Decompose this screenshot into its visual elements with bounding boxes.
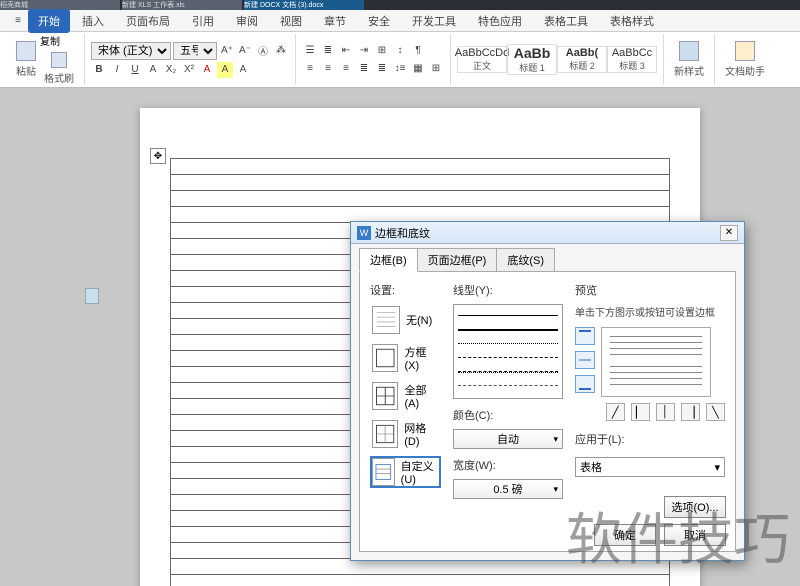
dialog-tabs: 边框(B) 页面边框(P) 底纹(S) [351, 244, 744, 272]
format-painter-button[interactable]: 格式刷 [40, 50, 78, 87]
setting-grid[interactable]: 网格(D) [370, 418, 441, 450]
border-vmid-btn[interactable]: │ [656, 403, 675, 421]
borders-icon[interactable]: ⊞ [428, 61, 444, 77]
indent-icon[interactable]: ⇥ [356, 43, 372, 59]
align-right-icon[interactable]: ≡ [338, 61, 354, 77]
ribbon-ref[interactable]: 引用 [182, 9, 224, 33]
highlight-icon[interactable]: A [217, 62, 233, 78]
bold-icon[interactable]: B [91, 62, 107, 78]
sort-icon[interactable]: ↕ [392, 43, 408, 59]
border-diag2-btn[interactable]: ╲ [706, 403, 725, 421]
app-icon: W [357, 226, 371, 240]
ribbon-tabs: ≡ 开始 插入 页面布局 引用 审阅 视图 章节 安全 开发工具 特色应用 表格… [0, 10, 800, 32]
dialog-titlebar[interactable]: W 边框和底纹 ✕ [351, 222, 744, 244]
justify-icon[interactable]: ≣ [356, 61, 372, 77]
ribbon-layout[interactable]: 页面布局 [116, 9, 180, 33]
outdent-icon[interactable]: ⇤ [338, 43, 354, 59]
sup-icon[interactable]: X² [181, 62, 197, 78]
border-diag1-btn[interactable]: ╱ [606, 403, 625, 421]
border-hmid-btn[interactable] [575, 351, 595, 369]
tab-icon[interactable]: ⊞ [374, 43, 390, 59]
marks-icon[interactable]: ¶ [410, 43, 426, 59]
ribbon-security[interactable]: 安全 [358, 9, 400, 33]
inc-font-icon[interactable]: A⁺ [219, 43, 235, 59]
strike-icon[interactable]: A [145, 62, 161, 78]
style-h1[interactable]: AaBb标题 1 [507, 44, 557, 75]
tab-shading[interactable]: 底纹(S) [496, 248, 555, 272]
line-style-label: 线型(Y): [453, 282, 563, 298]
bullets-icon[interactable]: ☰ [302, 43, 318, 59]
tab-borders[interactable]: 边框(B) [359, 248, 418, 272]
tab-page-border[interactable]: 页面边框(P) [417, 248, 498, 272]
menu-icon[interactable]: ≡ [10, 13, 26, 29]
style-h2[interactable]: AaBb(标题 2 [557, 46, 607, 73]
dialog-title: 边框和底纹 [375, 225, 430, 241]
apply-label: 应用于(L): [575, 431, 725, 447]
ok-button[interactable]: 确定 [594, 524, 656, 546]
table-move-handle[interactable]: ✥ [150, 148, 166, 164]
ribbon-start[interactable]: 开始 [28, 9, 70, 33]
border-top-btn[interactable] [575, 327, 595, 345]
line-space-icon[interactable]: ↕≡ [392, 61, 408, 77]
paste-button[interactable]: 粘贴 [12, 39, 40, 80]
char-border-icon[interactable]: A [235, 62, 251, 78]
styles-gallery: AaBbCcDd正文 AaBb标题 1 AaBb(标题 2 AaBbCc标题 3 [451, 34, 664, 85]
italic-icon[interactable]: I [109, 62, 125, 78]
align-center-icon[interactable]: ≡ [320, 61, 336, 77]
ribbon-review[interactable]: 审阅 [226, 9, 268, 33]
color-combo[interactable]: 自动 [453, 429, 563, 449]
close-icon[interactable]: ✕ [720, 225, 738, 241]
sub-icon[interactable]: X₂ [163, 62, 179, 78]
paste-icon [16, 41, 36, 61]
border-left-btn[interactable]: ▏ [631, 403, 650, 421]
dec-font-icon[interactable]: A⁻ [237, 43, 253, 59]
ribbon-view[interactable]: 视图 [270, 9, 312, 33]
case-icon[interactable]: ⁂ [273, 43, 289, 59]
clear-format-icon[interactable]: Ⓐ [255, 43, 271, 59]
shading-icon[interactable]: ▦ [410, 61, 426, 77]
apply-to-combo[interactable]: 表格 [575, 457, 725, 477]
color-label: 颜色(C): [453, 407, 563, 423]
document-area: ✥ W 边框和底纹 ✕ 边框(B) 页面边框(P) 底纹(S) 设置: 无(N)… [0, 88, 800, 586]
page-thumb-icon[interactable] [85, 288, 99, 304]
setting-custom[interactable]: 自定义(U) [370, 456, 441, 488]
border-bottom-btn[interactable] [575, 375, 595, 393]
style-normal[interactable]: AaBbCcDd正文 [457, 46, 507, 73]
preview-hint: 单击下方图示或按钮可设置边框 [575, 304, 725, 319]
new-style-button[interactable]: 新样式 [670, 39, 708, 80]
brush-icon [51, 52, 67, 68]
cancel-button[interactable]: 取消 [664, 524, 726, 546]
ribbon-dev[interactable]: 开发工具 [402, 9, 466, 33]
doc-helper-button[interactable]: 文档助手 [721, 39, 769, 80]
ribbon-special[interactable]: 特色应用 [468, 9, 532, 33]
width-combo[interactable]: 0.5 磅 [453, 479, 563, 499]
helper-icon [735, 41, 755, 61]
setting-all[interactable]: 全部(A) [370, 380, 441, 412]
options-button[interactable]: 选项(O)... [664, 496, 726, 518]
setting-box[interactable]: 方框(X) [370, 342, 441, 374]
underline-icon[interactable]: U [127, 62, 143, 78]
line-style-list[interactable] [453, 304, 563, 399]
font-color-icon[interactable]: A [199, 62, 215, 78]
distrib-icon[interactable]: ≣ [374, 61, 390, 77]
font-name-select[interactable]: 宋体 (正文) [91, 42, 171, 60]
border-right-btn[interactable]: ▕ [681, 403, 700, 421]
width-label: 宽度(W): [453, 457, 563, 473]
borders-shading-dialog: W 边框和底纹 ✕ 边框(B) 页面边框(P) 底纹(S) 设置: 无(N) 方… [350, 221, 745, 561]
ribbon-table-style[interactable]: 表格样式 [600, 9, 664, 33]
align-left-icon[interactable]: ≡ [302, 61, 318, 77]
ribbon-table-tools[interactable]: 表格工具 [534, 9, 598, 33]
numbering-icon[interactable]: ≣ [320, 43, 336, 59]
ribbon-insert[interactable]: 插入 [72, 9, 114, 33]
copy-button[interactable]: 复制 [40, 33, 78, 48]
style-h3[interactable]: AaBbCc标题 3 [607, 46, 657, 73]
setting-none[interactable]: 无(N) [370, 304, 441, 336]
new-style-icon [679, 41, 699, 61]
font-size-select[interactable]: 五号 [173, 42, 217, 60]
settings-label: 设置: [370, 282, 441, 298]
preview-canvas[interactable] [601, 327, 711, 397]
ribbon-chapter[interactable]: 章节 [314, 9, 356, 33]
preview-label: 预览 [575, 282, 725, 298]
toolbar: 粘贴 复制 格式刷 宋体 (正文) 五号 A⁺ A⁻ Ⓐ ⁂ B I U [0, 32, 800, 88]
